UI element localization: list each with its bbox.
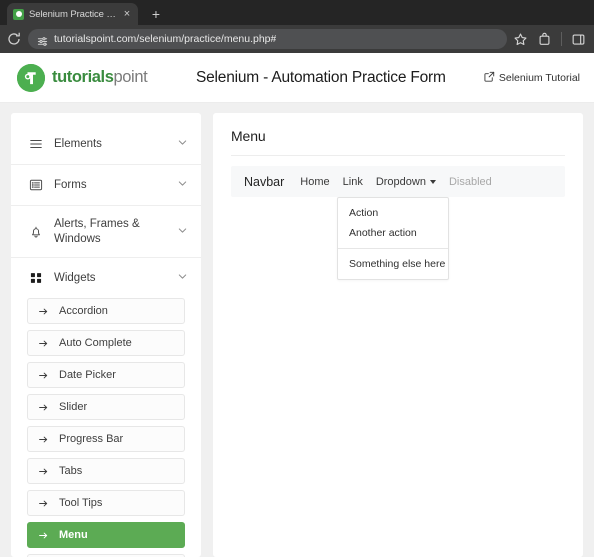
arrow-right-icon: [38, 306, 49, 317]
arrow-right-icon: [38, 498, 49, 509]
sidebar: Elements Forms Alerts, Frames & Windows …: [11, 113, 201, 557]
bell-icon: [28, 225, 43, 239]
browser-window: Selenium Practice - Menu × + tutorialspo…: [0, 0, 594, 557]
navbar: Navbar Home Link Dropdown Disabled: [231, 166, 565, 197]
sidebar-subitem-label: Date Picker: [59, 369, 116, 382]
sidebar-group-widgets: Widgets Accordion Auto Complete Date Picke…: [11, 258, 201, 557]
toolbar-actions: [513, 32, 588, 47]
hamburger-icon: [28, 137, 43, 151]
navbar-brand[interactable]: Navbar: [244, 175, 284, 189]
sidebar-widget-sublist: Accordion Auto Complete Date Picker Slider P…: [11, 298, 201, 557]
browser-tab-title: Selenium Practice - Menu: [29, 8, 116, 20]
selenium-tutorial-label: Selenium Tutorial: [498, 71, 580, 84]
tutorialspoint-logo-icon: [17, 63, 45, 92]
dropdown-item-something-else-here[interactable]: Something else here: [338, 254, 448, 274]
sidebar-item-widgets[interactable]: Widgets: [11, 258, 201, 298]
web-page: tutorialspoint Selenium - Automation Pra…: [0, 53, 594, 557]
sidebar-item-elements[interactable]: Elements: [11, 124, 201, 164]
toolbar-divider: [561, 32, 562, 46]
section-title: Menu: [231, 128, 565, 156]
extensions-icon[interactable]: [537, 32, 552, 47]
sidebar-subitem-label: Tabs: [59, 465, 83, 478]
site-logo-text: tutorialspoint: [52, 68, 148, 87]
form-list-icon: [28, 178, 43, 192]
dropdown-divider: [338, 248, 448, 249]
arrow-right-icon: [38, 434, 49, 445]
browser-tab-strip: Selenium Practice - Menu × +: [0, 0, 594, 25]
sidebar-subitem-tabs[interactable]: Tabs: [27, 458, 185, 485]
sidebar-group-elements: Elements: [11, 124, 201, 165]
sidebar-subitem-label: Progress Bar: [59, 433, 124, 446]
site-logo[interactable]: tutorialspoint: [17, 63, 189, 92]
logo-text-light: point: [113, 68, 148, 86]
sidebar-group-alerts: Alerts, Frames & Windows: [11, 206, 201, 259]
page-body: Elements Forms Alerts, Frames & Windows …: [0, 103, 594, 557]
chevron-down-icon: [177, 223, 189, 241]
nav-link-home-label: Home: [300, 175, 330, 188]
sidebar-subitem-accordion[interactable]: Accordion: [27, 298, 185, 325]
arrow-right-icon: [38, 530, 49, 541]
address-bar-text: tutorialspoint.com/selenium/practice/men…: [54, 33, 277, 45]
sidebar-item-alerts-frames-windows[interactable]: Alerts, Frames & Windows: [11, 206, 201, 257]
sidebar-subitem-slider[interactable]: Slider: [27, 394, 185, 421]
tutorialspoint-favicon: [13, 8, 24, 20]
side-panel-icon[interactable]: [571, 32, 586, 47]
star-icon[interactable]: [513, 32, 528, 47]
chevron-down-icon: [177, 269, 189, 287]
sidebar-group-forms: Forms: [11, 165, 201, 206]
page-title: Selenium - Automation Practice Form: [196, 68, 446, 86]
address-bar[interactable]: tutorialspoint.com/selenium/practice/men…: [28, 29, 507, 49]
selenium-tutorial-link[interactable]: Selenium Tutorial: [484, 71, 580, 85]
arrow-right-icon: [38, 338, 49, 349]
reload-icon[interactable]: [6, 31, 22, 47]
arrow-right-icon: [38, 466, 49, 477]
sidebar-label: Elements: [54, 137, 102, 150]
sidebar-subitem-menu[interactable]: Menu: [27, 522, 185, 549]
browser-tab[interactable]: Selenium Practice - Menu ×: [7, 3, 138, 25]
sidebar-subitem-label: Menu: [59, 529, 88, 542]
nav-link-link[interactable]: Link: [343, 176, 363, 188]
sidebar-subitem-date-picker[interactable]: Date Picker: [27, 362, 185, 389]
caret-down-icon: [429, 179, 436, 184]
sidebar-label: Widgets: [54, 272, 96, 285]
sidebar-label: Forms: [54, 178, 87, 191]
sidebar-label: Alerts, Frames & Windows: [54, 218, 140, 245]
new-tab-button[interactable]: +: [149, 7, 163, 21]
widgets-grid-icon: [28, 271, 43, 285]
sidebar-subitem-label: Auto Complete: [59, 337, 132, 350]
nav-dropdown-label: Dropdown: [375, 175, 426, 188]
nav-dropdown-toggle[interactable]: Dropdown: [376, 176, 436, 188]
sidebar-subitem-progress-bar[interactable]: Progress Bar: [27, 426, 185, 453]
arrow-right-icon: [38, 370, 49, 381]
dropdown-menu: Action Another action Something else here: [337, 197, 449, 280]
nav-link-disabled: Disabled: [449, 176, 492, 188]
site-settings-icon[interactable]: [37, 34, 48, 46]
close-icon[interactable]: ×: [121, 8, 133, 20]
chevron-down-icon: [177, 135, 189, 153]
sidebar-subitem-label: Slider: [59, 401, 88, 414]
dropdown-item-another-action[interactable]: Another action: [338, 223, 448, 243]
nav-link-disabled-label: Disabled: [448, 175, 492, 188]
external-link-icon: [484, 71, 495, 85]
arrow-right-icon: [38, 402, 49, 413]
dropdown-item-action[interactable]: Action: [338, 203, 448, 223]
sidebar-subitem-label: Accordion: [59, 305, 108, 318]
nav-link-link-label: Link: [342, 175, 363, 188]
sidebar-subitem-label: Tool Tips: [59, 497, 103, 510]
sidebar-subitem-tool-tips[interactable]: Tool Tips: [27, 490, 185, 517]
chevron-down-icon: [177, 176, 189, 194]
browser-toolbar: tutorialspoint.com/selenium/practice/men…: [0, 25, 594, 53]
logo-text-bold: tutorials: [52, 68, 114, 86]
nav-link-home[interactable]: Home: [300, 176, 329, 188]
sidebar-item-forms[interactable]: Forms: [11, 165, 201, 205]
sidebar-subitem-auto-complete[interactable]: Auto Complete: [27, 330, 185, 357]
main-content: Menu Navbar Home Link Dropdown Disabled: [213, 113, 583, 557]
site-header: tutorialspoint Selenium - Automation Pra…: [0, 53, 594, 103]
